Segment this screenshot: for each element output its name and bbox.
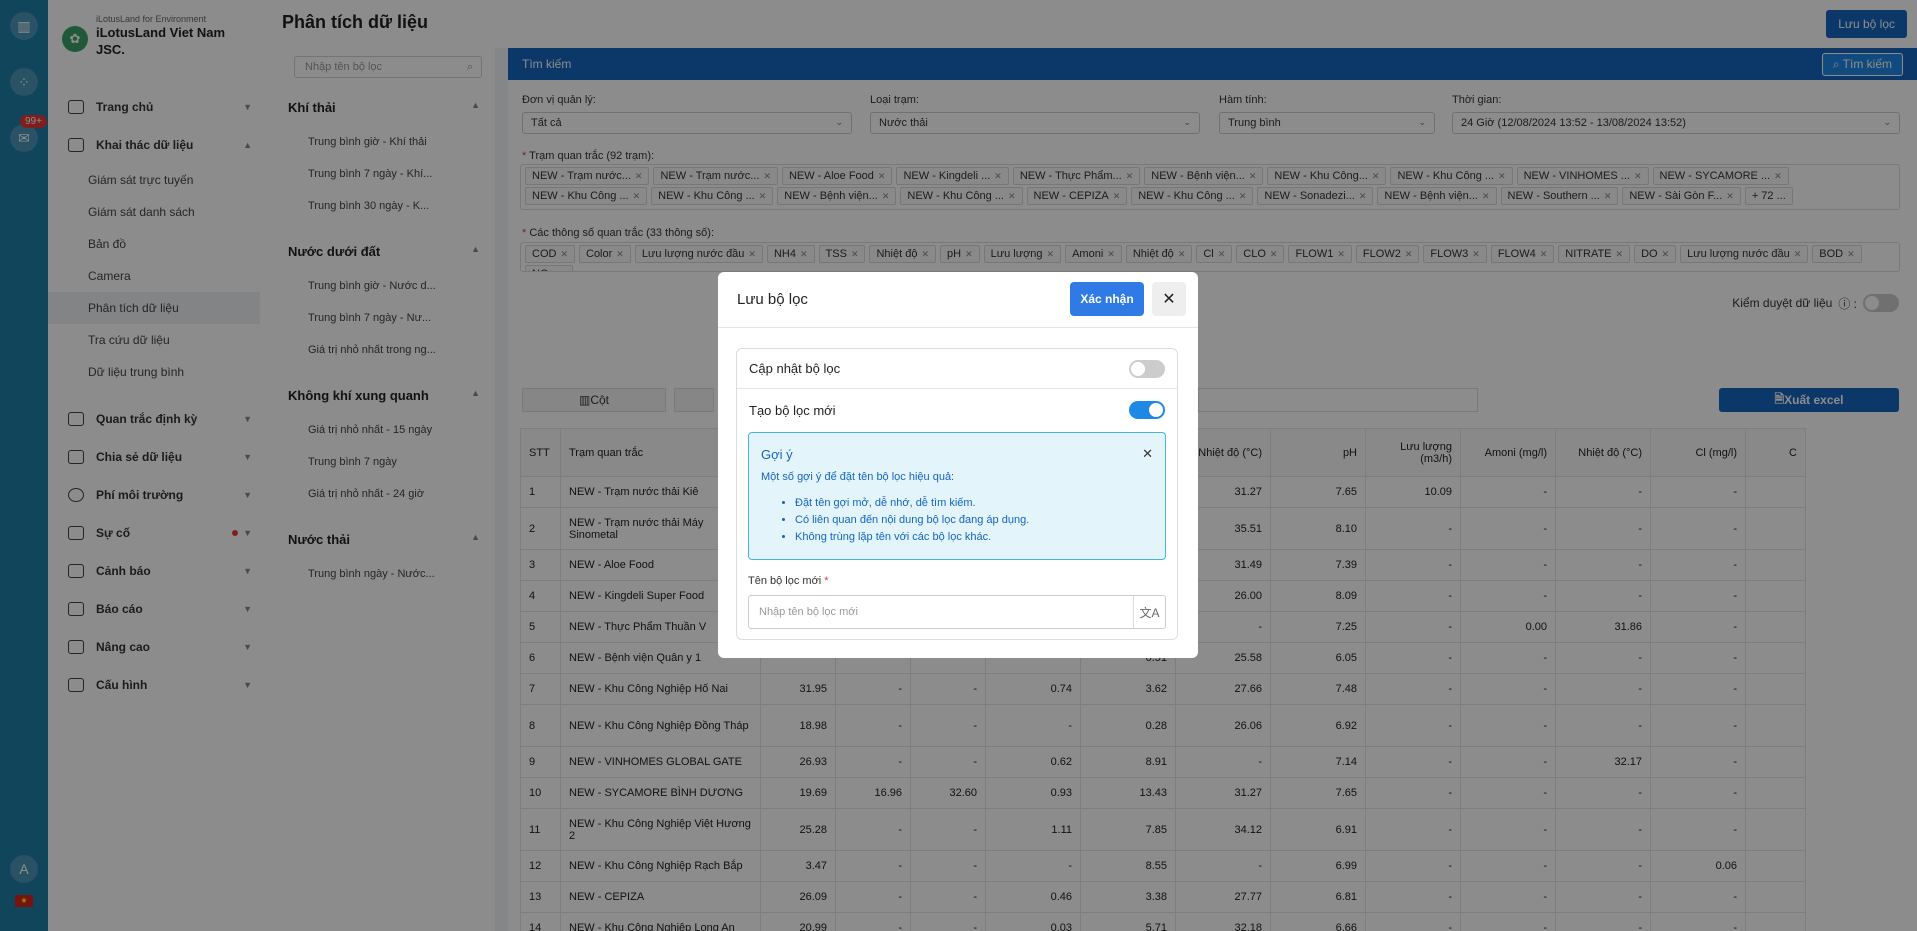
hint-item: Không trùng lặp tên với các bộ lọc khác. (795, 529, 1029, 546)
save-filter-modal: Lưu bộ lọc Xác nhận ✕ Cập nhật bộ lọc Tạ… (718, 272, 1198, 658)
create-filter-label: Tạo bộ lọc mới (749, 402, 836, 418)
modal-divider (718, 327, 1198, 328)
close-icon[interactable]: ✕ (1152, 282, 1186, 316)
hint-item: Có liên quan đến nội dung bộ lọc đang áp… (795, 512, 1029, 529)
hint-subtitle: Một số gợi ý để đặt tên bộ lọc hiệu quả: (761, 471, 955, 483)
confirm-button[interactable]: Xác nhận (1070, 282, 1144, 316)
update-filter-toggle[interactable] (1129, 359, 1165, 378)
hint-item: Đặt tên gợi mở, dễ nhớ, dễ tìm kiếm. (795, 495, 1029, 512)
modal-title: Lưu bộ lọc (737, 291, 808, 308)
new-filter-name-placeholder: Nhập tên bộ lọc mới (759, 606, 858, 618)
update-filter-row: Cập nhật bộ lọc (737, 349, 1177, 389)
new-filter-name-label-text: Tên bộ lọc mới (748, 575, 822, 587)
hint-list: Đặt tên gợi mở, dễ nhớ, dễ tìm kiếm. Có … (795, 495, 1029, 546)
translate-icon[interactable]: 文A (1133, 596, 1165, 628)
modal-form-card: Cập nhật bộ lọc Tạo bộ lọc mới Gợi ý ✕ M… (736, 348, 1178, 640)
update-filter-label: Cập nhật bộ lọc (749, 361, 841, 376)
create-filter-row: Tạo bộ lọc mới (737, 390, 1177, 430)
new-filter-name-label: Tên bộ lọc mới * (748, 575, 829, 587)
hint-box: Gợi ý ✕ Một số gợi ý để đặt tên bộ lọc h… (748, 432, 1166, 560)
new-filter-name-input[interactable]: Nhập tên bộ lọc mới 文A (748, 595, 1166, 629)
hint-close-icon[interactable]: ✕ (1142, 446, 1153, 462)
create-filter-toggle[interactable] (1129, 401, 1165, 419)
hint-title: Gợi ý (761, 447, 793, 462)
